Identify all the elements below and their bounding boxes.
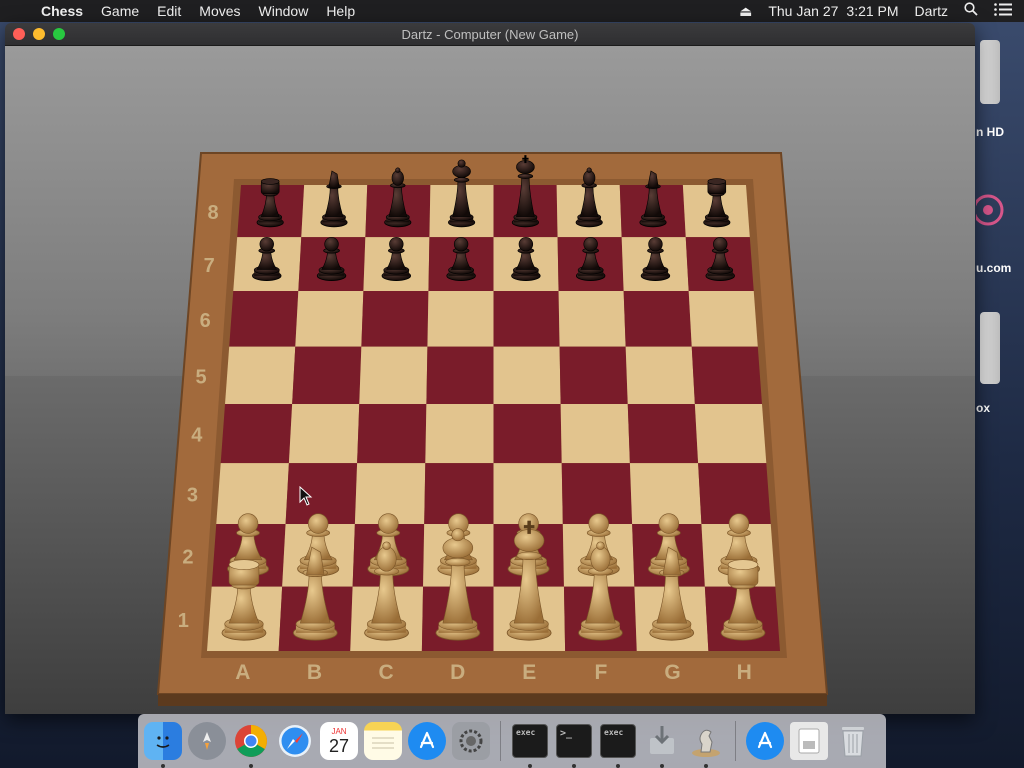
square-h4[interactable] <box>694 404 767 464</box>
rank-label: 3 <box>187 485 198 507</box>
square-e6[interactable] <box>493 291 560 347</box>
file-label: D <box>450 661 465 684</box>
safari-icon[interactable] <box>276 722 314 760</box>
file-label: A <box>235 661 250 684</box>
square-g5[interactable] <box>625 346 695 405</box>
menu-help[interactable]: Help <box>317 0 364 22</box>
terminal-exec-icon-1[interactable]: exec <box>511 722 549 768</box>
rank-label: 4 <box>191 425 203 447</box>
square-f6[interactable] <box>558 291 626 347</box>
file-label: G <box>664 661 680 684</box>
square-b4[interactable] <box>288 404 360 464</box>
chrome-icon[interactable] <box>232 722 270 768</box>
square-b5[interactable] <box>292 346 362 405</box>
square-a6[interactable] <box>229 291 299 347</box>
square-d6[interactable] <box>427 291 494 347</box>
square-g4[interactable] <box>627 404 699 464</box>
rank-label: 1 <box>178 610 189 632</box>
menu-game[interactable]: Game <box>92 0 148 22</box>
rank-label: 7 <box>204 255 215 277</box>
square-d4[interactable] <box>425 404 494 464</box>
notification-center-icon[interactable] <box>986 0 1024 22</box>
square-b6[interactable] <box>295 291 364 347</box>
desktop-app-icon[interactable] <box>976 175 1016 245</box>
window-controls <box>13 28 65 40</box>
chess-board[interactable]: A B C D E F G H 1 2 3 4 5 6 7 8 <box>5 46 975 714</box>
clock-time[interactable]: 3:21 PM <box>846 0 906 22</box>
file-label: H <box>737 661 752 684</box>
square-e4[interactable] <box>493 404 562 464</box>
file-label: B <box>307 661 322 684</box>
terminal-icon[interactable]: >_ <box>555 722 593 768</box>
chess-app-icon[interactable] <box>687 722 725 768</box>
calendar-icon[interactable]: JAN 27 <box>320 722 358 760</box>
spotlight-search-icon[interactable] <box>956 0 986 22</box>
square-c5[interactable] <box>359 346 428 405</box>
eject-icon[interactable]: ⏏ <box>731 0 760 22</box>
dock-separator <box>500 721 501 761</box>
square-a4[interactable] <box>220 404 293 464</box>
file-label: E <box>522 661 536 684</box>
menu-moves[interactable]: Moves <box>190 0 249 22</box>
board-scene: A B C D E F G H 1 2 3 4 5 6 7 8 <box>5 46 975 714</box>
window-title: Dartz - Computer (New Game) <box>401 26 579 42</box>
zoom-button[interactable] <box>53 28 65 40</box>
square-c4[interactable] <box>357 404 427 464</box>
square-a5[interactable] <box>225 346 296 405</box>
square-h6[interactable] <box>688 291 758 347</box>
square-f4[interactable] <box>560 404 630 464</box>
calendar-day: 27 <box>328 735 350 756</box>
square-h5[interactable] <box>691 346 762 405</box>
chess-window: Dartz - Computer (New Game) A B C D E F G H 1 2 3 4… <box>5 23 975 714</box>
square-d5[interactable] <box>426 346 494 405</box>
desktop-label-com[interactable]: u.com <box>976 261 1024 275</box>
square-e5[interactable] <box>493 346 561 405</box>
finder-icon[interactable] <box>144 722 182 768</box>
square-g6[interactable] <box>623 291 692 347</box>
rank-label: 2 <box>182 546 193 568</box>
desktop-label-hd[interactable]: n HD <box>976 125 1024 139</box>
calendar-month: JAN <box>331 726 347 736</box>
square-f5[interactable] <box>559 346 628 405</box>
rank-label: 8 <box>208 202 219 224</box>
file-label: F <box>595 661 608 684</box>
app-store-icon[interactable] <box>408 722 446 760</box>
dock-separator-2 <box>735 721 736 761</box>
installer-icon[interactable] <box>643 722 681 768</box>
trash-icon[interactable] <box>834 722 872 760</box>
terminal-exec-icon-2[interactable]: exec <box>599 722 637 768</box>
app-store-folder-icon[interactable] <box>746 722 784 760</box>
hard-drive-icon[interactable] <box>980 40 1000 104</box>
mouse-pointer-icon <box>299 486 313 506</box>
launchpad-icon[interactable] <box>188 722 226 760</box>
minimize-button[interactable] <box>33 28 45 40</box>
board-frame-edge <box>158 694 827 706</box>
close-button[interactable] <box>13 28 25 40</box>
downloads-stack-icon[interactable] <box>790 722 828 760</box>
rank-label: 6 <box>200 310 211 332</box>
clock-date[interactable]: Thu Jan 27 <box>760 0 846 22</box>
title-bar[interactable]: Dartz - Computer (New Game) <box>5 23 975 46</box>
menu-edit[interactable]: Edit <box>148 0 190 22</box>
rank-label: 5 <box>196 366 207 388</box>
menu-window[interactable]: Window <box>250 0 318 22</box>
menu-extras: ⏏ Thu Jan 27 3:21 PM Dartz <box>731 0 1024 22</box>
file-label: C <box>378 661 393 684</box>
system-preferences-icon[interactable] <box>452 722 490 760</box>
dock: JAN 27 exec >_ exec <box>138 714 886 768</box>
disk-image-icon[interactable] <box>980 312 1000 384</box>
menu-app-chess[interactable]: Chess <box>32 0 92 22</box>
square-c6[interactable] <box>361 291 429 347</box>
notes-icon[interactable] <box>364 722 402 760</box>
desktop-label-box[interactable]: ox <box>976 401 1024 415</box>
menu-bar: Chess Game Edit Moves Window Help ⏏ Thu … <box>0 0 1024 22</box>
user-menu[interactable]: Dartz <box>907 0 956 22</box>
